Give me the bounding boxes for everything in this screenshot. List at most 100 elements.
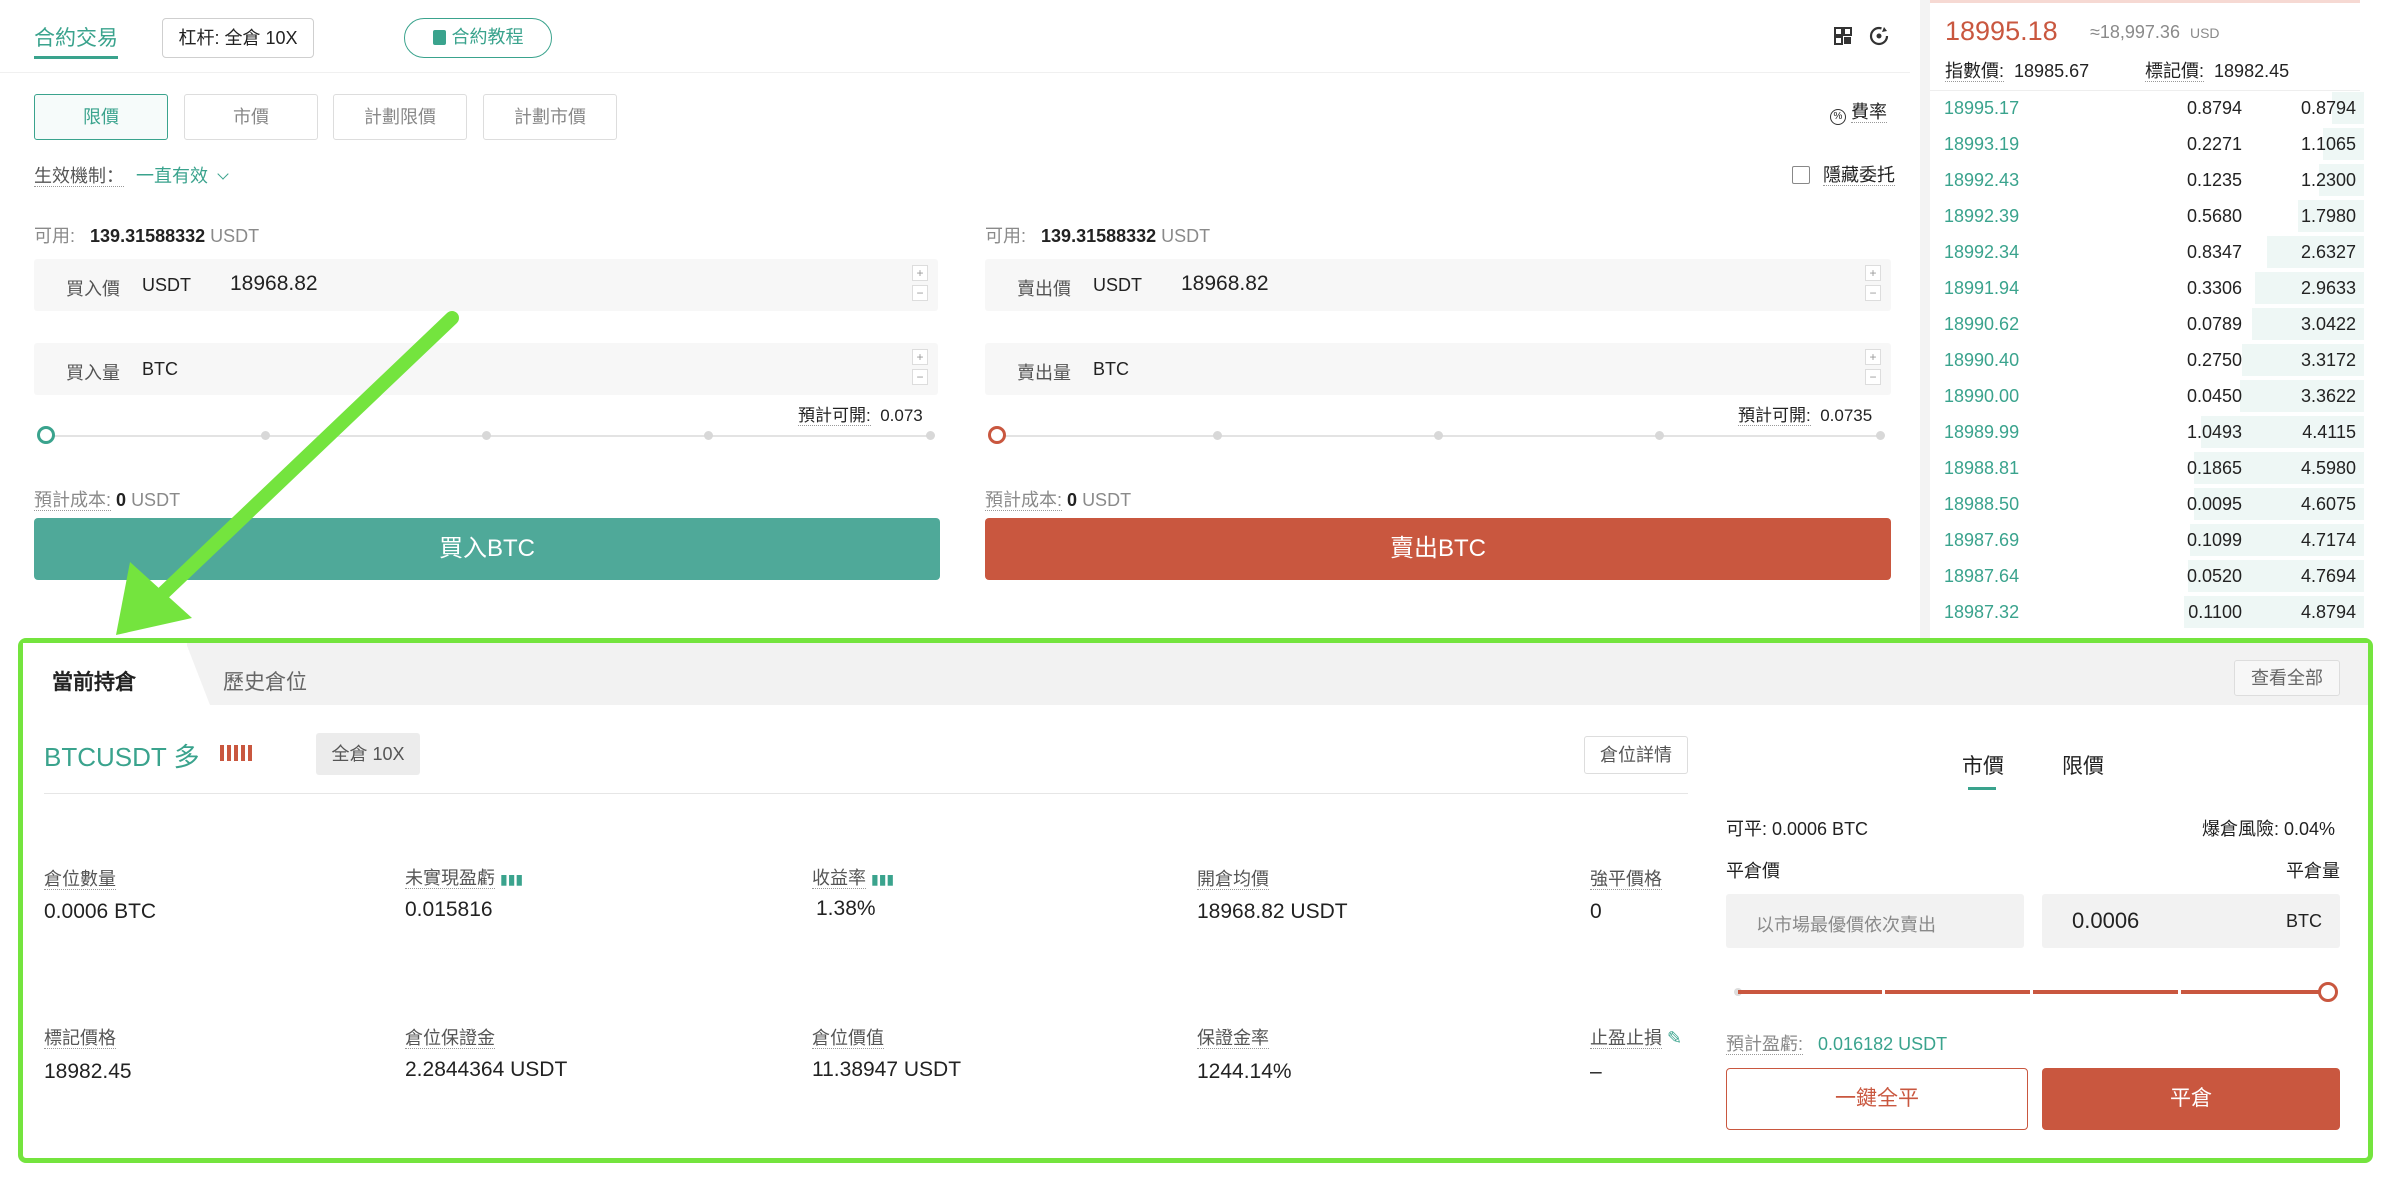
decrement-button[interactable]: − bbox=[1865, 369, 1881, 385]
slider-step[interactable] bbox=[2178, 987, 2181, 997]
orderbook-row[interactable]: 18987.64 0.0520 4.7694 bbox=[1944, 558, 2364, 594]
buy-slider-knob[interactable] bbox=[37, 426, 55, 444]
orderbook-row[interactable]: 18989.99 1.0493 4.4115 bbox=[1944, 414, 2364, 450]
edit-icon[interactable]: ✎ bbox=[1667, 1028, 1682, 1048]
hide-order-toggle[interactable]: 隱藏委托 bbox=[1792, 161, 1896, 187]
order-type-plan-market[interactable]: 計劃市價 bbox=[483, 94, 617, 140]
orderbook-amount: 0.0095 bbox=[2186, 494, 2242, 514]
orderbook-sum: 4.7174 bbox=[2300, 530, 2356, 550]
orderbook-sum: 4.6075 bbox=[2300, 494, 2356, 514]
sell-qty-input[interactable]: 賣出量 BTC + − bbox=[985, 343, 1891, 395]
column-divider bbox=[1920, 0, 1930, 640]
fee-rate-link[interactable]: % 費率 bbox=[1830, 98, 1888, 125]
close-position-button[interactable]: 平倉 bbox=[2042, 1068, 2340, 1130]
orderbook-row[interactable]: 18990.62 0.0789 3.0422 bbox=[1944, 306, 2364, 342]
orderbook-row[interactable]: 18990.40 0.2750 3.3172 bbox=[1944, 342, 2364, 378]
sell-price-label: 賣出價 bbox=[1017, 279, 1071, 299]
close-slider-track[interactable] bbox=[1738, 990, 2328, 994]
stat-liquidation-price: 0 bbox=[1590, 900, 1602, 923]
annotation-arrow bbox=[116, 311, 459, 635]
close-qty-value[interactable]: 0.0006 bbox=[2072, 908, 2139, 934]
close-price-placeholder: 以市場最優價依次賣出 bbox=[1756, 915, 1936, 935]
orderbook-row[interactable]: 18991.94 0.3306 2.9633 bbox=[1944, 270, 2364, 306]
tab-history-positions[interactable]: 歷史倉位 bbox=[223, 666, 307, 696]
orderbook-sum: 3.0422 bbox=[2300, 314, 2356, 334]
order-type-market[interactable]: 市價 bbox=[184, 94, 318, 140]
close-all-button[interactable]: 一鍵全平 bbox=[1726, 1068, 2028, 1130]
orderbook-price: 18992.39 bbox=[1944, 206, 2020, 226]
stat-label: 未實現盈虧 ▮▮▮ bbox=[405, 868, 524, 889]
book-icon bbox=[432, 30, 446, 45]
close-qty-field[interactable]: 0.0006 BTC bbox=[2042, 894, 2340, 948]
orderbook-price: 18987.69 bbox=[1944, 530, 2020, 550]
bar-chart-icon[interactable]: ▮▮▮ bbox=[500, 871, 523, 887]
slider-step[interactable] bbox=[2030, 987, 2033, 997]
orderbook-row[interactable]: 18992.43 0.1235 1.2300 bbox=[1944, 162, 2364, 198]
orderbook-amount: 0.0450 bbox=[2186, 386, 2242, 406]
orderbook-row[interactable]: 18987.69 0.1099 4.7174 bbox=[1944, 522, 2364, 558]
slider-step[interactable] bbox=[1213, 431, 1222, 440]
active-tab-underline bbox=[34, 56, 118, 59]
decrement-button[interactable]: − bbox=[912, 285, 928, 301]
slider-step[interactable] bbox=[482, 431, 491, 440]
orderbook-amount: 0.1235 bbox=[2186, 170, 2242, 190]
stat-unrealized-pnl: 0.015816 bbox=[405, 898, 493, 921]
close-slider-knob[interactable] bbox=[2318, 982, 2338, 1002]
position-detail-button[interactable]: 倉位詳情 bbox=[1584, 736, 1688, 774]
tutorial-button[interactable]: 合約教程 bbox=[404, 18, 552, 58]
orderbook-sum: 4.5980 bbox=[2300, 458, 2356, 478]
orderbook-sum: 3.3622 bbox=[2300, 386, 2356, 406]
decrement-button[interactable]: − bbox=[1865, 285, 1881, 301]
sell-btc-button[interactable]: 賣出BTC bbox=[985, 518, 1891, 580]
bar-chart-icon[interactable]: ▮▮▮ bbox=[871, 871, 894, 887]
view-all-button[interactable]: 查看全部 bbox=[2234, 660, 2340, 696]
orderbook-amount: 1.0493 bbox=[2186, 422, 2242, 442]
close-price-field[interactable]: 以市場最優價依次賣出 bbox=[1726, 894, 2024, 948]
sell-price-input[interactable]: 賣出價 USDT 18968.82 + − bbox=[985, 259, 1891, 311]
stat-label: 強平價格 bbox=[1590, 869, 1662, 890]
close-qty-unit: BTC bbox=[2286, 911, 2322, 931]
sell-slider-knob[interactable] bbox=[988, 426, 1006, 444]
orderbook-row[interactable]: 18992.39 0.5680 1.7980 bbox=[1944, 198, 2364, 234]
orderbook-row[interactable]: 18992.34 0.8347 2.6327 bbox=[1944, 234, 2364, 270]
increment-button[interactable]: + bbox=[912, 265, 928, 281]
slider-step[interactable] bbox=[1876, 431, 1885, 440]
orderbook-amount: 0.0520 bbox=[2186, 566, 2242, 586]
slider-step[interactable] bbox=[1434, 431, 1443, 440]
sell-price-value[interactable]: 18968.82 bbox=[1181, 272, 1269, 296]
slider-step[interactable] bbox=[704, 431, 713, 440]
order-type-limit[interactable]: 限價 bbox=[34, 94, 168, 140]
orderbook-sum: 3.3172 bbox=[2300, 350, 2356, 370]
chevron-down-icon bbox=[217, 168, 229, 180]
tab-current-positions[interactable]: 當前持倉 bbox=[52, 666, 136, 696]
orderbook-row[interactable]: 18995.17 0.8794 0.8794 bbox=[1944, 90, 2364, 126]
top-accent bbox=[1930, 0, 2360, 3]
order-type-plan-limit[interactable]: 計劃限價 bbox=[333, 94, 467, 140]
validity-dropdown[interactable]: 一直有效 bbox=[136, 162, 229, 188]
increment-button[interactable]: + bbox=[1865, 349, 1881, 365]
sell-qty-unit: BTC bbox=[1093, 359, 1129, 379]
est-pnl: 預計盈虧: 0.016182 USDT bbox=[1726, 1034, 1948, 1055]
close-tab-limit[interactable]: 限價 bbox=[2062, 750, 2104, 780]
stat-entry-price: 18968.82 USDT bbox=[1197, 900, 1348, 923]
tutorial-label: 合約教程 bbox=[451, 27, 524, 47]
hide-order-checkbox[interactable] bbox=[1792, 166, 1810, 184]
leverage-button[interactable]: 杠杆: 全倉 10X bbox=[162, 18, 314, 58]
slider-step[interactable] bbox=[1655, 431, 1664, 440]
orderbook-row[interactable]: 18988.81 0.1865 4.5980 bbox=[1944, 450, 2364, 486]
increment-button[interactable]: + bbox=[912, 349, 928, 365]
increment-button[interactable]: + bbox=[1865, 265, 1881, 281]
grid-icon[interactable] bbox=[1834, 27, 1852, 45]
tab-contract-trading[interactable]: 合約交易 bbox=[34, 22, 118, 52]
orderbook-row[interactable]: 18987.32 0.1100 4.8794 bbox=[1944, 594, 2364, 630]
slider-step[interactable] bbox=[1882, 987, 1885, 997]
buy-price-value[interactable]: 18968.82 bbox=[230, 272, 318, 296]
orderbook-row[interactable]: 18993.19 0.2271 1.1065 bbox=[1944, 126, 2364, 162]
decrement-button[interactable]: − bbox=[912, 369, 928, 385]
slider-step[interactable] bbox=[926, 431, 935, 440]
stat-position-value: 11.38947 USDT bbox=[812, 1058, 962, 1081]
refresh-icon[interactable] bbox=[1868, 25, 1890, 47]
orderbook-row[interactable]: 18990.00 0.0450 3.3622 bbox=[1944, 378, 2364, 414]
orderbook-row[interactable]: 18988.50 0.0095 4.6075 bbox=[1944, 486, 2364, 522]
close-tab-market[interactable]: 市價 bbox=[1962, 750, 2004, 780]
